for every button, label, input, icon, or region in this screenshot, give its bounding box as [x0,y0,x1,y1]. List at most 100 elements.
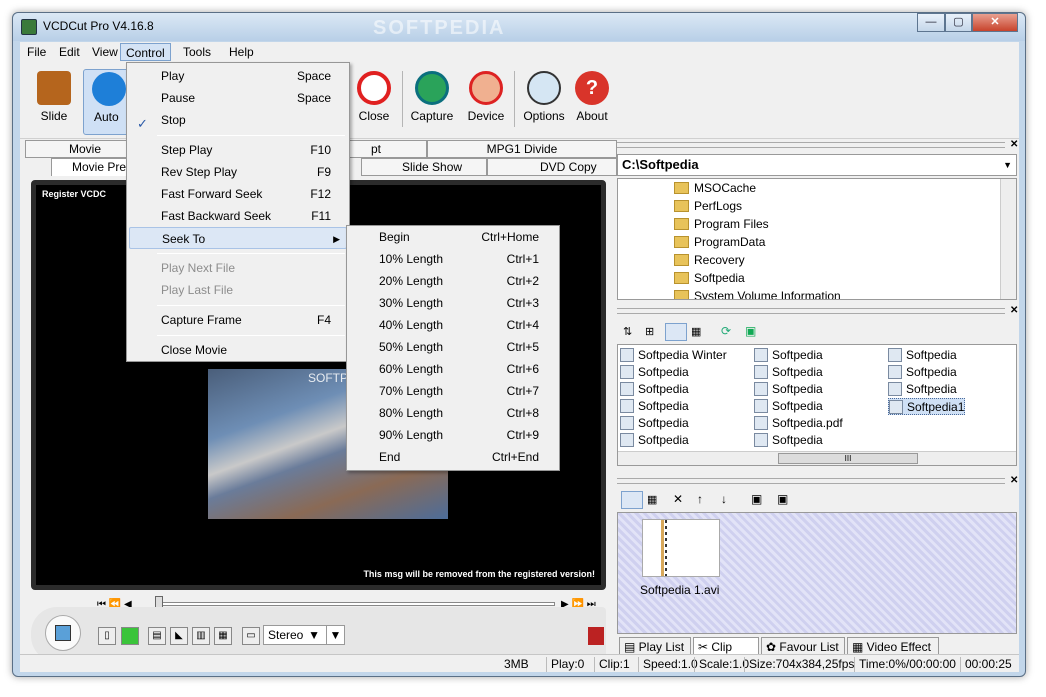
details-view-icon[interactable]: ▦ [691,325,701,338]
menu-separator [157,305,345,306]
close-window-button[interactable]: ✕ [972,13,1018,32]
tree-item[interactable]: Recovery [674,251,745,269]
menu-pause[interactable]: Pause Space [129,87,347,109]
seek-30[interactable]: 30% Length Ctrl+3 [349,292,557,314]
menu-file[interactable]: File [22,43,51,61]
move-down-icon[interactable]: ↓ [721,492,727,506]
close-icon[interactable]: ✕ [1010,475,1018,486]
effect-icon-4[interactable]: ▦ [214,627,232,645]
capture-button[interactable]: Capture [406,69,458,135]
file-list[interactable]: Softpedia Winter Softpedia Softpedia Sof… [617,344,1017,466]
window-title: VCDCut Pro V4.16.8 [43,19,154,33]
list-item[interactable]: Softpedia.pdf [754,415,843,432]
close-button[interactable]: Close [348,69,400,135]
list-item[interactable]: Softpedia [754,364,823,381]
tree-item[interactable]: Program Files [674,215,769,233]
grid-view-icon[interactable]: ▦ [647,493,657,506]
save-icon[interactable]: ▣ [745,324,756,338]
list-item[interactable]: Softpedia [754,432,823,449]
seek-40[interactable]: 40% Length Ctrl+4 [349,314,557,336]
menu-control[interactable]: Control [120,43,171,61]
menu-stop[interactable]: ✓ Stop [129,109,347,131]
seek-10[interactable]: 10% Length Ctrl+1 [349,248,557,270]
slide-button[interactable]: Slide [28,69,80,135]
seek-50[interactable]: 50% Length Ctrl+5 [349,336,557,358]
title-bar[interactable]: VCDCut Pro V4.16.8 SOFTPEDIA — ▢ ✕ [13,13,1025,41]
list-item[interactable]: Softpedia [620,381,689,398]
menu-rev-step-play[interactable]: Rev Step Play F9 [129,161,347,183]
options-button[interactable]: Options [518,69,570,135]
move-up-icon[interactable]: ↑ [697,492,703,506]
list-item[interactable]: Softpedia [620,364,689,381]
list-item[interactable]: Softpedia [754,381,823,398]
clip-view[interactable]: Softpedia 1.avi [617,512,1017,634]
menu-capture-frame[interactable]: Capture Frame F4 [129,309,347,331]
mode-button-2[interactable] [121,627,139,645]
close-icon[interactable]: ✕ [1010,139,1018,150]
list-item[interactable]: Softpedia [620,415,689,432]
sort-icon[interactable]: ⇅ [623,325,632,338]
effect-icon-1[interactable]: ▤ [148,627,166,645]
record-icon[interactable] [588,627,604,645]
tab-mpg1-divide[interactable]: MPG1 Divide [427,140,617,158]
refresh-icon[interactable]: ⟳ [721,324,731,338]
audio-mode-select[interactable]: Stereo ▼ ▼ [263,625,345,645]
list-item[interactable]: Softpedia Winter [620,347,727,364]
tab-dvd-copy[interactable]: DVD Copy [487,158,617,176]
tree-scrollbar[interactable] [1000,179,1016,299]
menu-edit[interactable]: Edit [54,43,85,61]
menu-step-play[interactable]: Step Play F10 [129,139,347,161]
seek-20[interactable]: 20% Length Ctrl+2 [349,270,557,292]
effect-icon-3[interactable]: ▥ [192,627,210,645]
seek-60[interactable]: 60% Length Ctrl+6 [349,358,557,380]
list-item[interactable]: Softpedia [620,432,689,449]
tree-item[interactable]: PerfLogs [674,197,742,215]
seek-end[interactable]: End Ctrl+End [349,446,557,468]
tree-item[interactable]: System Volume Information [674,287,841,299]
clip-edit-icon[interactable]: ▣ [751,492,762,506]
list-view-icon[interactable] [665,323,687,341]
tab-slide-show[interactable]: Slide Show [361,158,487,176]
menu-close-movie[interactable]: Close Movie [129,339,347,361]
path-combobox[interactable]: C:\Softpedia ▼ [617,154,1017,176]
list-item[interactable]: Softpedia1 [888,398,966,415]
menu-help[interactable]: Help [224,43,259,61]
menu-fast-forward-seek[interactable]: Fast Forward Seek F12 [129,183,347,205]
maximize-button[interactable]: ▢ [945,13,972,32]
close-icon[interactable]: ✕ [1010,305,1018,316]
about-button[interactable]: ? About [566,69,618,135]
list-item[interactable]: Softpedia [754,347,823,364]
menu-seek-to[interactable]: Seek To ▶ [129,227,347,249]
clip-thumbnail[interactable] [642,519,720,577]
clip-export-icon[interactable]: ▣ [777,492,788,506]
seek-90[interactable]: 90% Length Ctrl+9 [349,424,557,446]
list-item[interactable]: Softpedia [620,398,689,415]
menu-play-next-file: Play Next File [161,261,236,275]
tree-item[interactable]: MSOCache [674,179,756,197]
file-list-scrollbar[interactable]: III [618,451,1016,465]
seek-slider[interactable] [155,602,555,606]
device-button[interactable]: Device [460,69,512,135]
mode-button-1[interactable]: ▯ [98,627,116,645]
folder-tree[interactable]: MSOCache PerfLogs Program Files ProgramD… [617,178,1017,300]
effect-icon-2[interactable]: ◣ [170,627,188,645]
minimize-button[interactable]: — [917,13,945,32]
seek-80[interactable]: 80% Length Ctrl+8 [349,402,557,424]
list-item[interactable]: Softpedia [888,347,957,364]
menu-play[interactable]: Play Space [129,65,347,87]
tree-view-icon[interactable]: ⊞ [645,325,654,338]
seek-70[interactable]: 70% Length Ctrl+7 [349,380,557,402]
folder-icon[interactable]: ▭ [242,627,260,645]
menu-view[interactable]: View [87,43,123,61]
seek-begin[interactable]: Begin Ctrl+Home [349,226,557,248]
list-item[interactable]: Softpedia [888,364,957,381]
menu-fast-backward-seek[interactable]: Fast Backward Seek F11 [129,205,347,227]
tree-item[interactable]: Softpedia [674,269,745,287]
menu-tools[interactable]: Tools [178,43,216,61]
tree-item[interactable]: ProgramData [674,233,765,251]
delete-icon[interactable]: ✕ [673,492,683,506]
list-item[interactable]: Softpedia [888,381,957,398]
play-button[interactable] [45,615,81,651]
list-item[interactable]: Softpedia [754,398,823,415]
clip-view-icon[interactable] [621,491,643,509]
